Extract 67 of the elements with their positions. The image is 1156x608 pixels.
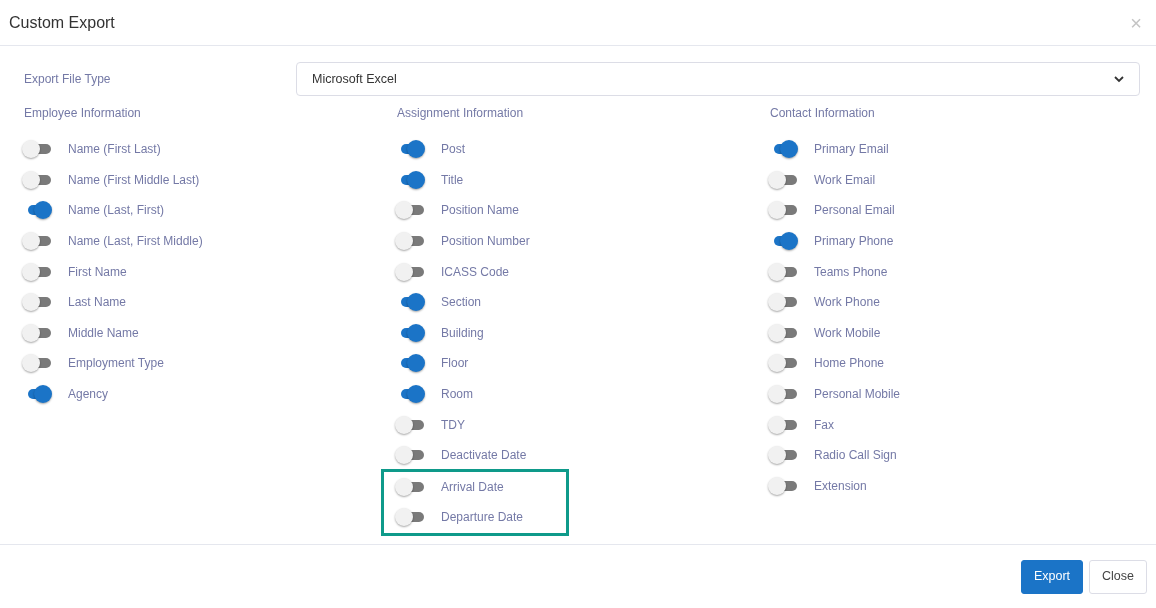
- option-label: Employment Type: [68, 355, 164, 373]
- toggle-switch[interactable]: [768, 385, 798, 404]
- option-label: Personal Email: [814, 202, 895, 220]
- option-label: Last Name: [68, 294, 127, 312]
- section-heading: Employee Information: [24, 105, 142, 122]
- option-label: Work Mobile: [814, 324, 881, 342]
- toggle-switch[interactable]: [395, 262, 425, 281]
- toggle-switch[interactable]: [768, 170, 798, 189]
- option-label: Work Phone: [814, 294, 880, 312]
- option-label: Primary Email: [814, 141, 889, 159]
- option-label: Teams Phone: [814, 263, 888, 281]
- option-label: Room: [441, 386, 473, 404]
- option-label: Radio Call Sign: [814, 447, 897, 465]
- toggle-switch[interactable]: [395, 232, 425, 251]
- toggle-switch[interactable]: [395, 477, 425, 496]
- option-label: First Name: [68, 263, 127, 281]
- option-label: Extension: [814, 477, 867, 495]
- option-label: Position Number: [441, 233, 530, 251]
- option-label: Building: [441, 324, 484, 342]
- option-label: Agency: [68, 386, 109, 404]
- toggle-switch[interactable]: [768, 415, 798, 434]
- toggle-switch[interactable]: [395, 415, 425, 434]
- option-label: Arrival Date: [441, 478, 504, 496]
- export-button[interactable]: Export: [1020, 559, 1084, 594]
- toggle-switch[interactable]: [22, 232, 52, 251]
- dialog-title: Custom Export: [9, 12, 115, 33]
- toggle-switch[interactable]: [768, 201, 798, 220]
- option-label: Deactivate Date: [441, 447, 527, 465]
- option-label: Departure Date: [441, 509, 524, 527]
- option-label: Section: [441, 294, 482, 312]
- option-label: Name (First Last): [68, 141, 161, 159]
- option-label: TDY: [441, 416, 465, 434]
- section-heading: Assignment Information: [397, 105, 525, 122]
- file-type-select[interactable]: Microsoft Excel: [296, 62, 1140, 96]
- toggle-switch[interactable]: [395, 508, 425, 527]
- option-label: Fax: [814, 416, 834, 434]
- toggle-switch[interactable]: [22, 293, 52, 312]
- option-label: ICASS Code: [441, 263, 510, 281]
- close-button[interactable]: Close: [1089, 559, 1147, 594]
- option-label: Name (First Middle Last): [68, 171, 200, 189]
- option-label: Name (Last, First Middle): [68, 233, 203, 251]
- toggle-switch[interactable]: [768, 262, 798, 281]
- field-label: Export File Type: [24, 71, 112, 88]
- option-label: Personal Mobile: [814, 386, 901, 404]
- toggle-switch[interactable]: [22, 323, 52, 342]
- option-label: Title: [441, 171, 464, 189]
- toggle-switch[interactable]: [768, 446, 798, 465]
- option-label: Position Name: [441, 202, 520, 220]
- section-heading: Contact Information: [770, 105, 876, 122]
- option-label: Primary Phone: [814, 233, 894, 251]
- option-label: Name (Last, First): [68, 202, 164, 220]
- toggle-switch[interactable]: [768, 354, 798, 373]
- option-label: Home Phone: [814, 355, 885, 373]
- option-label: Post: [441, 141, 465, 159]
- toggle-switch[interactable]: [22, 354, 52, 373]
- toggle-switch[interactable]: [768, 476, 798, 495]
- option-label: Floor: [441, 355, 469, 373]
- toggle-switch[interactable]: [395, 446, 425, 465]
- toggle-switch[interactable]: [22, 140, 52, 159]
- toggle-switch[interactable]: [768, 323, 798, 342]
- chevron-down-icon: [1114, 75, 1124, 83]
- toggle-switch[interactable]: [395, 201, 425, 220]
- option-label: Work Email: [814, 171, 876, 189]
- toggle-switch[interactable]: [768, 293, 798, 312]
- toggle-switch[interactable]: [22, 170, 52, 189]
- toggle-switch[interactable]: [22, 262, 52, 281]
- option-label: Middle Name: [68, 324, 139, 342]
